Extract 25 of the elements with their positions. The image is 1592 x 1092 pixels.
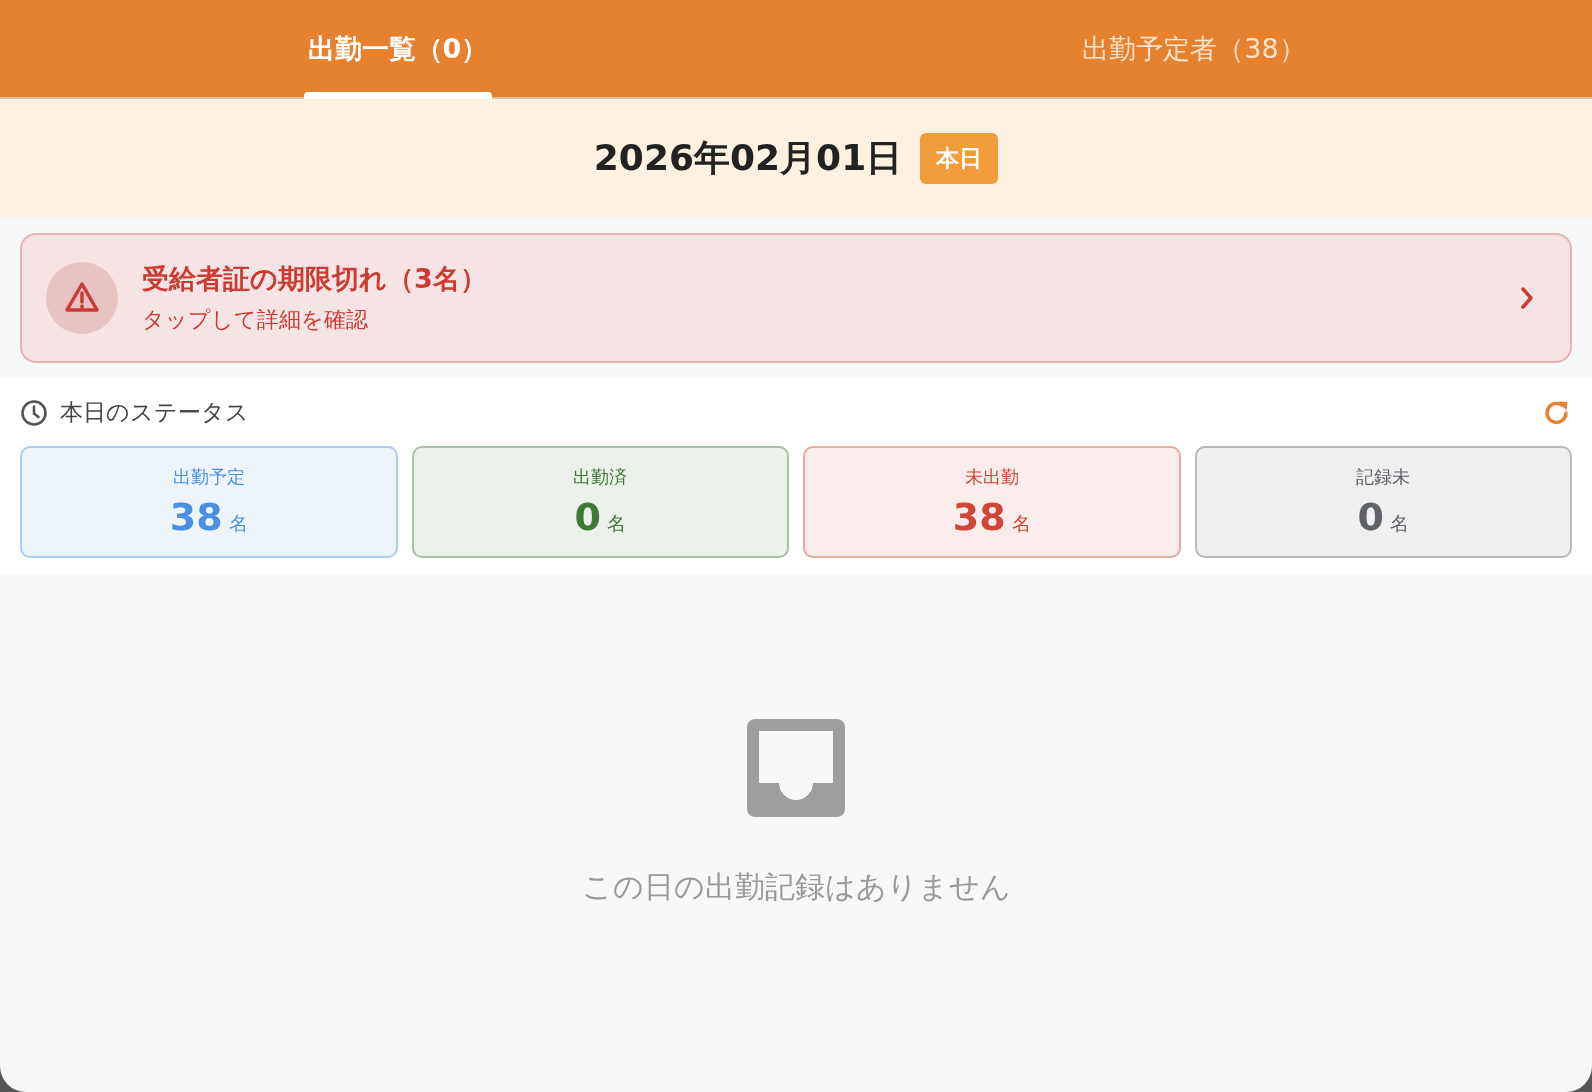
expiry-alert-card[interactable]: 受給者証の期限切れ（3名） タップして詳細を確認: [20, 233, 1572, 363]
status-count: 0: [1357, 495, 1384, 539]
clock-icon: [20, 398, 48, 427]
date-text: 2026年02月01日: [593, 135, 903, 180]
count-unit: 名: [1011, 511, 1031, 536]
count-unit: 名: [606, 511, 626, 536]
status-label: 記録未: [1356, 465, 1411, 489]
empty-message: この日の出勤記録はありません: [581, 867, 1011, 906]
status-count: 38: [169, 495, 223, 539]
status-label: 出勤済: [573, 465, 628, 489]
today-badge: 本日: [920, 132, 999, 184]
tab[interactable]: 出勤予定者（38）: [796, 0, 1592, 97]
status-label: 未出勤: [964, 465, 1019, 489]
status-title: 本日のステータス: [60, 398, 250, 427]
count-unit: 名: [228, 511, 248, 536]
alert-title: 受給者証の期限切れ（3名）: [142, 262, 488, 296]
inbox-icon: [747, 718, 845, 817]
chevron-right-icon: [1520, 286, 1534, 310]
tab[interactable]: 出勤一覧（0）: [0, 0, 796, 97]
warning-icon: [46, 262, 118, 334]
alert-subtitle: タップして詳細を確認: [142, 306, 369, 334]
status-label: 出勤予定: [172, 465, 245, 489]
count-unit: 名: [1389, 511, 1409, 536]
status-count: 38: [952, 495, 1006, 539]
status-count: 0: [574, 495, 601, 539]
